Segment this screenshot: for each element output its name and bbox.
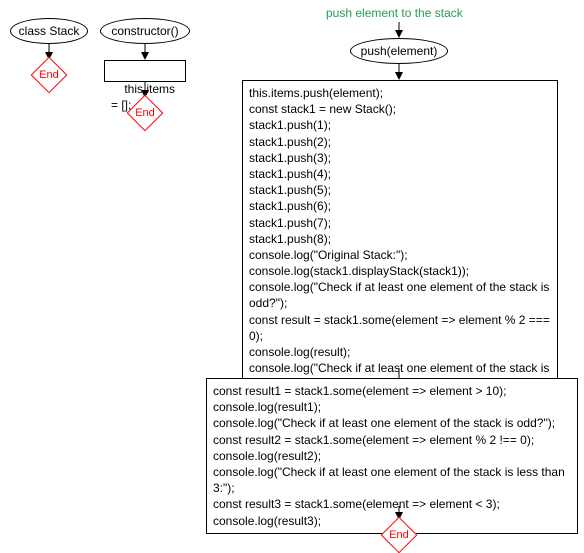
code-block-1: this.items.push(element); const stack1 =… — [242, 80, 558, 398]
end-node: End — [32, 58, 66, 92]
comment-push: push element to the stack — [326, 6, 463, 20]
end-node: End — [382, 518, 416, 552]
arrow-icon — [395, 30, 403, 38]
arrow-icon — [141, 52, 149, 60]
connector — [399, 368, 400, 378]
flowchart-canvas: class Stack End constructor() this.items… — [6, 6, 578, 546]
node-push-label: push(element) — [361, 44, 438, 58]
node-push: push(element) — [350, 38, 448, 64]
node-constructor-label: constructor() — [111, 24, 178, 38]
end-label: End — [389, 529, 409, 541]
end-label: End — [39, 69, 59, 81]
node-class-stack-label: class Stack — [19, 24, 80, 38]
node-constructor: constructor() — [100, 18, 190, 44]
code-block-2: const result1 = stack1.some(element => e… — [206, 378, 578, 534]
node-constructor-body: this.items = []; — [104, 60, 186, 82]
end-node: End — [128, 96, 162, 130]
node-class-stack: class Stack — [10, 18, 88, 44]
arrow-icon — [395, 72, 403, 80]
end-label: End — [135, 107, 155, 119]
